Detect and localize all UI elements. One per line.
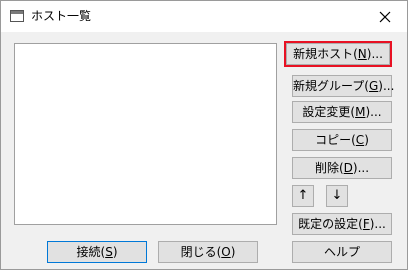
arrow-down-icon: ↓ xyxy=(331,188,343,203)
host-list[interactable] xyxy=(14,43,277,225)
move-down-button[interactable]: ↓ xyxy=(326,185,348,207)
new-host-button[interactable]: 新規ホスト(N)... xyxy=(284,41,392,67)
title-bar: ホスト一覧 xyxy=(1,1,407,32)
delete-button[interactable]: 削除(D)... xyxy=(292,157,392,179)
new-group-button[interactable]: 新規グループ(G)... xyxy=(292,75,394,97)
window-title: ホスト一覧 xyxy=(31,9,92,23)
window-icon xyxy=(10,10,24,22)
help-button[interactable]: ヘルプ xyxy=(292,241,392,263)
edit-settings-button[interactable]: 設定変更(M)... xyxy=(292,101,392,123)
close-button[interactable]: 閉じる(O) xyxy=(158,241,258,263)
host-list-dialog: ホスト一覧 新規ホスト(N)... 新規グループ(G)... 設定変更(M)..… xyxy=(0,0,408,270)
copy-button[interactable]: コピー(C) xyxy=(292,129,392,151)
move-up-button[interactable]: ↑ xyxy=(292,185,314,207)
default-settings-button[interactable]: 既定の設定(F)... xyxy=(292,213,392,235)
close-window-button[interactable] xyxy=(363,1,407,32)
close-icon xyxy=(379,11,391,22)
connect-button[interactable]: 接続(S) xyxy=(47,241,147,263)
arrow-up-icon: ↑ xyxy=(297,188,309,203)
